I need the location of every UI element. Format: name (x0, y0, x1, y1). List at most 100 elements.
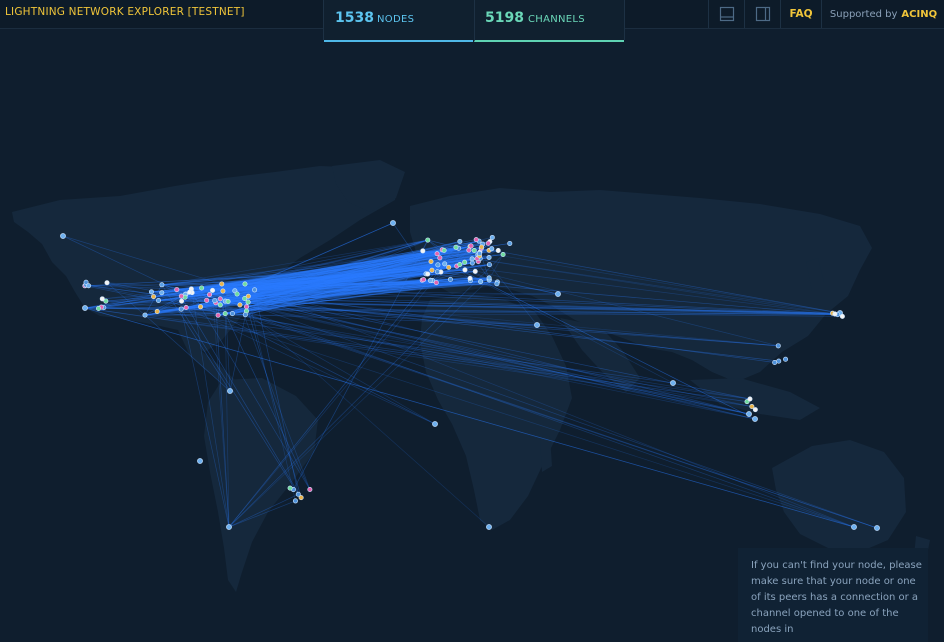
node-marker[interactable] (433, 280, 439, 286)
node-marker[interactable] (670, 380, 676, 386)
node-marker[interactable] (295, 491, 301, 497)
node-marker[interactable] (747, 396, 753, 402)
node-marker[interactable] (242, 312, 248, 318)
node-marker[interactable] (469, 260, 475, 266)
faq-link[interactable]: FAQ (780, 0, 821, 28)
nodes-stat[interactable]: 1538 NODES (324, 0, 473, 42)
layout-vertical-button[interactable] (744, 0, 780, 28)
node-marker[interactable] (446, 264, 452, 270)
node-marker[interactable] (156, 297, 162, 303)
node-marker[interactable] (457, 238, 463, 244)
node-marker[interactable] (775, 343, 781, 349)
node-marker[interactable] (227, 388, 233, 394)
node-marker[interactable] (82, 305, 88, 311)
node-marker[interactable] (874, 525, 880, 531)
node-marker[interactable] (199, 285, 205, 291)
node-marker[interactable] (234, 291, 240, 297)
node-marker[interactable] (183, 304, 189, 310)
node-marker[interactable] (219, 281, 225, 287)
layout-horizontal-button[interactable] (708, 0, 744, 28)
node-marker[interactable] (434, 269, 440, 275)
node-marker[interactable] (229, 311, 235, 317)
node-marker[interactable] (489, 234, 495, 240)
node-marker[interactable] (179, 298, 185, 304)
node-marker[interactable] (292, 498, 298, 504)
node-marker[interactable] (60, 233, 66, 239)
node-marker[interactable] (148, 289, 154, 295)
node-marker[interactable] (425, 271, 431, 277)
node-marker[interactable] (772, 359, 778, 365)
node-marker[interactable] (469, 256, 475, 262)
node-marker[interactable] (471, 247, 477, 253)
node-marker[interactable] (237, 302, 243, 308)
node-marker[interactable] (453, 244, 459, 250)
node-marker[interactable] (242, 281, 248, 287)
node-marker[interactable] (489, 246, 495, 252)
node-marker[interactable] (478, 279, 484, 285)
node-marker[interactable] (839, 313, 845, 319)
node-marker[interactable] (198, 304, 204, 310)
node-marker[interactable] (434, 251, 440, 257)
node-marker[interactable] (776, 358, 782, 364)
node-marker[interactable] (462, 267, 468, 273)
node-marker[interactable] (462, 259, 468, 265)
node-marker[interactable] (245, 293, 251, 299)
node-marker[interactable] (220, 288, 226, 294)
node-marker[interactable] (244, 304, 250, 310)
node-marker[interactable] (495, 247, 501, 253)
node-marker[interactable] (783, 356, 789, 362)
node-marker[interactable] (486, 262, 492, 268)
node-marker[interactable] (178, 306, 184, 312)
node-marker[interactable] (442, 261, 448, 267)
node-marker[interactable] (752, 407, 758, 413)
node-marker[interactable] (749, 404, 755, 410)
node-marker[interactable] (752, 416, 758, 422)
node-marker[interactable] (217, 302, 223, 308)
node-marker[interactable] (204, 297, 210, 303)
node-marker[interactable] (217, 296, 223, 302)
node-marker[interactable] (210, 287, 216, 293)
node-marker[interactable] (429, 267, 435, 273)
node-marker[interactable] (432, 421, 438, 427)
node-marker[interactable] (494, 281, 500, 287)
node-marker[interactable] (154, 308, 160, 314)
node-marker[interactable] (207, 292, 213, 298)
node-marker[interactable] (466, 247, 472, 253)
node-marker[interactable] (486, 524, 492, 530)
node-marker[interactable] (441, 247, 447, 253)
node-marker[interactable] (500, 251, 506, 257)
node-marker[interactable] (390, 220, 396, 226)
node-marker[interactable] (476, 251, 482, 257)
node-marker[interactable] (197, 458, 203, 464)
node-marker[interactable] (421, 277, 427, 283)
node-marker[interactable] (226, 524, 232, 530)
node-marker[interactable] (507, 240, 513, 246)
node-marker[interactable] (99, 296, 105, 302)
node-marker[interactable] (142, 312, 148, 318)
node-marker[interactable] (467, 275, 473, 281)
node-marker[interactable] (447, 276, 453, 282)
node-marker[interactable] (159, 290, 165, 296)
node-marker[interactable] (437, 255, 443, 261)
node-marker[interactable] (534, 322, 540, 328)
node-marker[interactable] (479, 244, 485, 250)
node-marker[interactable] (486, 275, 492, 281)
node-marker[interactable] (96, 305, 102, 311)
node-marker[interactable] (151, 294, 157, 300)
node-marker[interactable] (457, 262, 463, 268)
node-marker[interactable] (425, 237, 431, 243)
node-marker[interactable] (222, 311, 228, 317)
channels-stat[interactable]: 5198 CHANNELS (474, 0, 624, 42)
node-marker[interactable] (159, 282, 165, 288)
node-marker[interactable] (472, 268, 478, 274)
node-marker[interactable] (468, 243, 474, 249)
node-marker[interactable] (86, 283, 92, 289)
node-marker[interactable] (287, 485, 293, 491)
node-marker[interactable] (746, 411, 752, 417)
node-marker[interactable] (187, 289, 193, 295)
node-marker[interactable] (307, 487, 313, 493)
node-marker[interactable] (212, 298, 218, 304)
node-marker[interactable] (420, 248, 426, 254)
node-marker[interactable] (555, 291, 561, 297)
node-marker[interactable] (435, 262, 441, 268)
